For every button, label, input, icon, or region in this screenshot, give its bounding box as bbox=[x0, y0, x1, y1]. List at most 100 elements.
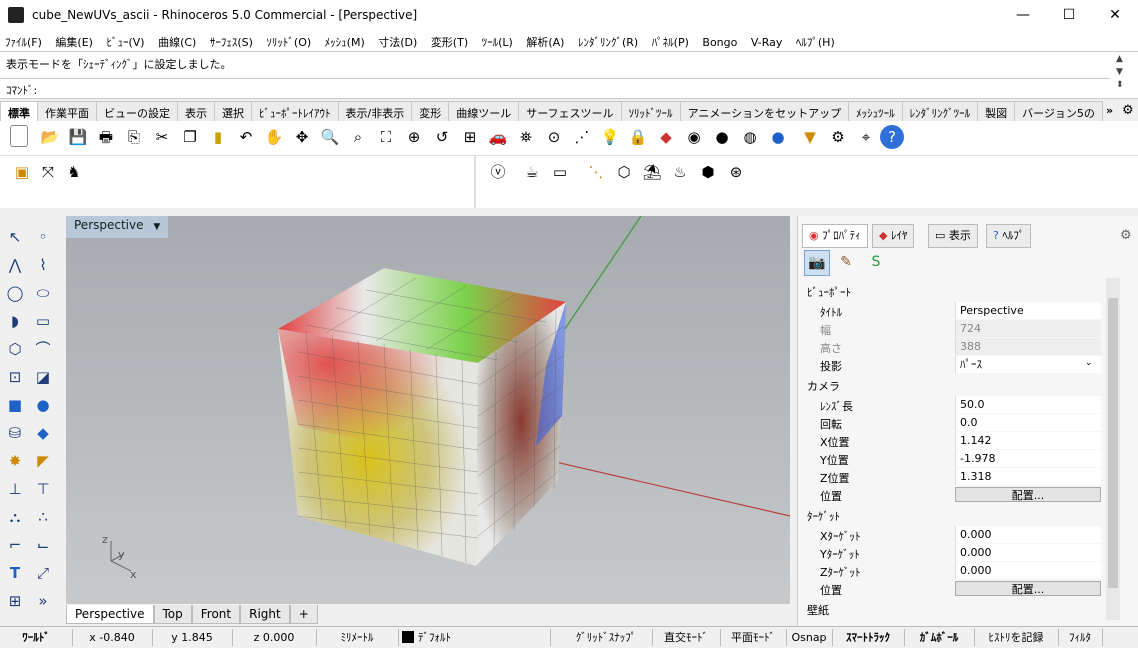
camera-icon[interactable]: 📷 bbox=[804, 250, 830, 276]
zoom-window-icon[interactable]: ⌕ bbox=[346, 125, 370, 149]
tab-display[interactable]: 表示 bbox=[177, 101, 215, 121]
tab-mesh-tools[interactable]: ﾒｯｼｭﾂｰﾙ bbox=[848, 101, 903, 121]
panel-tab-display[interactable]: ▭ 表示 bbox=[928, 224, 978, 248]
transform-icon[interactable]: ⊞ bbox=[4, 590, 26, 612]
menu-transform[interactable]: 変形(T) bbox=[426, 31, 473, 53]
vray-frame-buffer-icon[interactable]: ▭ bbox=[548, 160, 572, 184]
menu-tools[interactable]: ﾂｰﾙ(L) bbox=[477, 31, 518, 53]
zoom-icon[interactable]: 🔍 bbox=[318, 125, 342, 149]
camera-y-value[interactable]: -1.978 bbox=[955, 450, 1101, 467]
units-display[interactable]: ﾐﾘﾒｰﾄﾙ bbox=[316, 629, 399, 646]
menu-surface[interactable]: ｻｰﾌｪｽ(S) bbox=[205, 31, 258, 53]
fillet-curve-icon[interactable]: ⌒ bbox=[32, 338, 54, 360]
ortho-toggle[interactable]: 直交ﾓｰﾄﾞ bbox=[652, 629, 721, 646]
menu-bongo[interactable]: Bongo bbox=[697, 33, 742, 52]
tab-visibility[interactable]: 表示/非表示 bbox=[337, 101, 413, 121]
plugin-block-icon[interactable]: ▣ bbox=[10, 160, 34, 184]
viewport-tab-front[interactable]: Front bbox=[191, 605, 241, 624]
trim-icon[interactable]: ⊤ bbox=[32, 478, 54, 500]
undo-view-icon[interactable]: ↺ bbox=[430, 125, 454, 149]
plugin-animal-icon[interactable]: ♞ bbox=[62, 160, 86, 184]
target-y-value[interactable]: 0.000 bbox=[955, 544, 1101, 561]
sphere-icon[interactable]: ● bbox=[32, 394, 54, 416]
vray-sphere-icon[interactable]: ⊛ bbox=[724, 160, 748, 184]
tab-surface-tools[interactable]: サーフェスツール bbox=[518, 101, 622, 121]
grid-snap-toggle[interactable]: ｸﾞﾘｯﾄﾞｽﾅｯﾌﾟ bbox=[560, 629, 653, 646]
save-icon[interactable]: 💾 bbox=[66, 125, 90, 149]
group-icon[interactable]: ⛬ bbox=[4, 506, 26, 528]
panel-settings-gear-icon[interactable]: ⚙ bbox=[1120, 228, 1132, 243]
undo-icon[interactable]: ↶ bbox=[234, 125, 258, 149]
vray-fur-icon[interactable]: ♨ bbox=[668, 160, 692, 184]
tab-settings-gear-icon[interactable]: ⚙ bbox=[1122, 103, 1134, 118]
tab-render-tools[interactable]: ﾚﾝﾀﾞﾘﾝｸﾞﾂｰﾙ bbox=[901, 101, 979, 121]
array-icon[interactable]: ∴ bbox=[32, 506, 54, 528]
rectangle-icon[interactable]: ▭ bbox=[32, 310, 54, 332]
cut-icon[interactable]: ✂ bbox=[150, 125, 174, 149]
smart-track-toggle[interactable]: ｽﾏｰﾄﾄﾗｯｸ bbox=[832, 629, 905, 646]
expand-toolbar-icon[interactable]: » bbox=[32, 590, 54, 612]
layers-icon[interactable]: ◆ bbox=[654, 125, 678, 149]
tab-animation[interactable]: アニメーションをセットアップ bbox=[679, 101, 850, 121]
dimension-icon[interactable]: ⌖ bbox=[854, 125, 878, 149]
render-preview-icon[interactable]: ▼ bbox=[798, 125, 822, 149]
vray-light-icon[interactable]: ⬡ bbox=[612, 160, 636, 184]
object-snap-icon[interactable]: ⊙ bbox=[542, 125, 566, 149]
point-icon[interactable]: ◦ bbox=[32, 226, 54, 248]
box-icon[interactable]: ■ bbox=[4, 394, 26, 416]
menu-dimension[interactable]: 寸法(D) bbox=[373, 31, 422, 53]
rotate-view-icon[interactable]: ✥ bbox=[290, 125, 314, 149]
vray-icon[interactable]: ⓥ bbox=[486, 160, 510, 184]
dimension-tool-icon[interactable]: ⤢ bbox=[32, 562, 54, 584]
record-history-toggle[interactable]: ﾋｽﾄﾘを記録 bbox=[974, 629, 1059, 646]
menu-vray[interactable]: V-Ray bbox=[746, 33, 788, 52]
tab-drafting[interactable]: 製図 bbox=[977, 101, 1016, 121]
solid-tools-icon[interactable]: ✸ bbox=[4, 450, 26, 472]
vray-object-icon[interactable]: S bbox=[864, 250, 888, 274]
osnap-toggle[interactable]: Osnap bbox=[786, 629, 833, 646]
more-tabs-icon[interactable]: » bbox=[1106, 104, 1113, 117]
cplane-icon[interactable]: ⋰ bbox=[570, 125, 594, 149]
current-layer[interactable]: ﾃﾞﾌｫﾙﾄ bbox=[398, 629, 551, 646]
panel-tab-help[interactable]: ? ﾍﾙﾌﾟ bbox=[986, 224, 1032, 248]
ellipse-icon[interactable]: ⬭ bbox=[32, 282, 54, 304]
target-place-button[interactable]: 配置... bbox=[955, 581, 1101, 596]
color-wheel-icon[interactable]: ◉ bbox=[682, 125, 706, 149]
camera-place-button[interactable]: 配置... bbox=[955, 487, 1101, 502]
vray-spot-icon[interactable]: ⛱ bbox=[640, 160, 664, 184]
circle-icon[interactable]: ◯ bbox=[4, 282, 26, 304]
minimize-button[interactable]: — bbox=[1000, 0, 1046, 31]
polygon-icon[interactable]: ⬡ bbox=[4, 338, 26, 360]
cylinder-icon[interactable]: ⛁ bbox=[4, 422, 26, 444]
tab-solid-tools[interactable]: ｿﾘｯﾄﾞﾂｰﾙ bbox=[620, 101, 681, 121]
lock-icon[interactable]: 🔒 bbox=[626, 125, 650, 149]
extrude-surface-icon[interactable]: ◪ bbox=[32, 366, 54, 388]
tab-select[interactable]: 選択 bbox=[214, 101, 252, 121]
planar-toggle[interactable]: 平面ﾓｰﾄﾞ bbox=[720, 629, 787, 646]
panel-tab-layers[interactable]: ◆ ﾚｲﾔ bbox=[872, 224, 915, 248]
viewport-tab-perspective[interactable]: Perspective bbox=[66, 605, 154, 624]
menu-panels[interactable]: ﾊﾟﾈﾙ(P) bbox=[647, 31, 694, 53]
zoom-extents-icon[interactable]: ⛶ bbox=[374, 125, 398, 149]
tab-standard[interactable]: 標準 bbox=[0, 101, 38, 121]
arc-icon[interactable]: ◗ bbox=[4, 310, 26, 332]
menu-analyze[interactable]: 解析(A) bbox=[521, 31, 569, 53]
menu-file[interactable]: ﾌｧｲﾙ(F) bbox=[0, 31, 47, 53]
vray-proxy-icon[interactable]: ⬢ bbox=[696, 160, 720, 184]
split-icon[interactable]: ⊥ bbox=[4, 478, 26, 500]
maximize-button[interactable]: ☐ bbox=[1046, 0, 1092, 31]
command-spin-icon[interactable]: ⬍ bbox=[1116, 80, 1124, 90]
vray-lights-icon[interactable]: ⋱ bbox=[584, 160, 608, 184]
lens-length-value[interactable]: 50.0 bbox=[955, 396, 1101, 413]
four-viewports-icon[interactable]: ⊞ bbox=[458, 125, 482, 149]
camera-z-value[interactable]: 1.318 bbox=[955, 468, 1101, 485]
open-folder-icon[interactable]: 📂 bbox=[38, 125, 62, 149]
rendered-sphere-icon[interactable]: ◍ bbox=[738, 125, 762, 149]
menu-curve[interactable]: 曲線(C) bbox=[153, 31, 201, 53]
shaded-sphere-icon[interactable]: ● bbox=[710, 125, 734, 149]
text-icon[interactable]: T bbox=[4, 562, 26, 584]
rotation-value[interactable]: 0.0 bbox=[955, 414, 1101, 431]
viewport-menu-arrow-icon[interactable]: ▼ bbox=[153, 222, 160, 232]
projection-select[interactable]: ﾊﾟｰｽ bbox=[955, 356, 1101, 373]
plugin-tool-icon[interactable]: ⤧ bbox=[36, 160, 60, 184]
